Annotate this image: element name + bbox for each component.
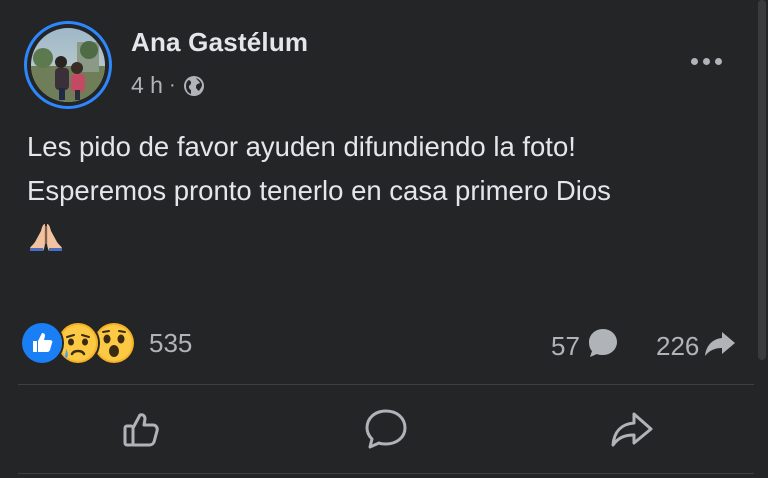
divider: [18, 473, 754, 474]
more-options-icon[interactable]: [684, 46, 728, 76]
comment-bubble-icon: [586, 326, 620, 367]
post-timestamp[interactable]: 4 h: [131, 72, 163, 99]
comment-icon: [365, 409, 407, 449]
folded-hands-emoji: [28, 222, 64, 252]
avatar-photo: [31, 28, 105, 102]
action-bar: [18, 385, 754, 473]
comment-count-label: 57: [551, 331, 580, 361]
post-text: Les pido de favor ayuden difundiendo la …: [27, 125, 747, 213]
like-button[interactable]: [18, 385, 263, 473]
reaction-count[interactable]: 535: [149, 328, 192, 359]
thumbs-up-icon: [123, 413, 159, 447]
share-icon: [611, 412, 653, 447]
like-reaction-icon: [20, 321, 64, 365]
post-text-line: Les pido de favor ayuden difundiendo la …: [27, 131, 576, 162]
comment-button[interactable]: [263, 385, 508, 473]
share-count[interactable]: 226: [656, 326, 737, 367]
meta-separator: ·: [168, 74, 176, 96]
facebook-post: Ana Gastélum 4 h · Les pido de favor ayu…: [0, 0, 768, 478]
globe-icon[interactable]: [182, 74, 206, 98]
scrollbar-thumb[interactable]: [758, 0, 766, 360]
author-name[interactable]: Ana Gastélum: [131, 27, 308, 58]
share-arrow-icon: [703, 326, 737, 367]
share-button[interactable]: [509, 385, 754, 473]
scrollbar[interactable]: [756, 0, 768, 478]
comment-count[interactable]: 57: [551, 326, 620, 367]
avatar[interactable]: [24, 21, 112, 109]
reaction-icons[interactable]: [20, 321, 136, 365]
post-text-line: Esperemos pronto tenerlo en casa primero…: [27, 175, 611, 206]
share-count-label: 226: [656, 331, 700, 361]
post-meta: 4 h ·: [131, 72, 206, 99]
